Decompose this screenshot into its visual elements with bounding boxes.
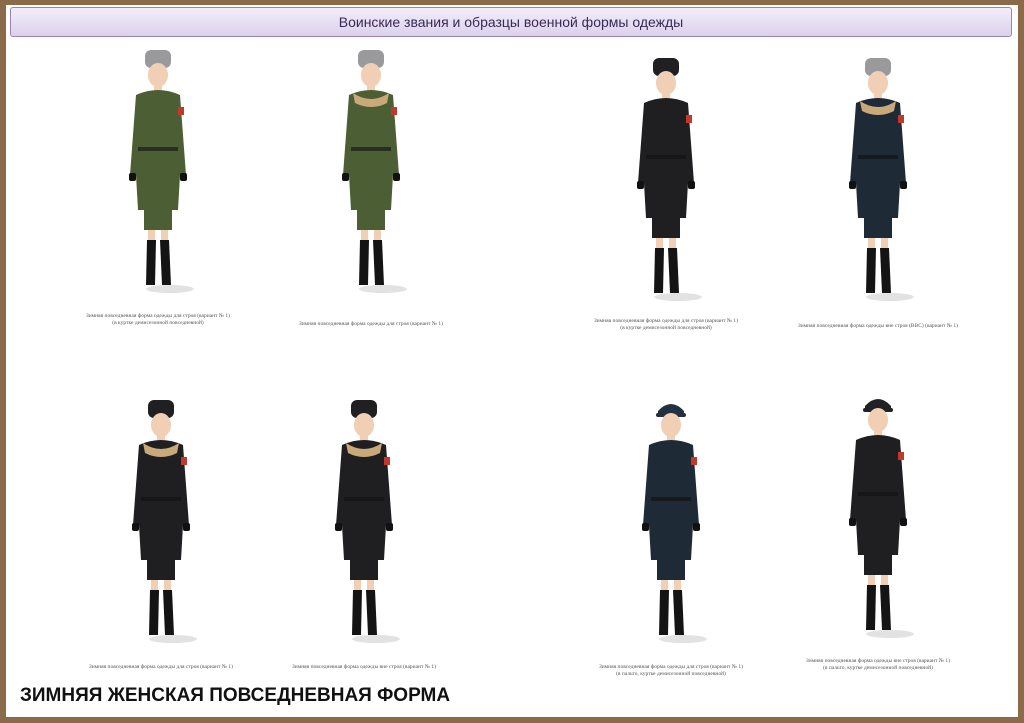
figure-caption: Зимняя повседневная форма одежды для стр… bbox=[271, 321, 471, 328]
figure-caption: Зимняя повседневная форма одежды для стр… bbox=[566, 318, 766, 332]
caption-line: (в куртке демисезонной повседневной) bbox=[112, 320, 204, 326]
caption-line: (в пальто, куртке демисезонной повседнев… bbox=[616, 671, 726, 677]
figure-caption: Зимняя повседневная форма одежды вне стр… bbox=[778, 323, 978, 330]
uniform-illustration bbox=[849, 58, 914, 301]
slide: Воинские звания и образцы военной формы … bbox=[6, 5, 1018, 717]
uniform-illustration bbox=[849, 399, 914, 638]
uniform-illustration bbox=[642, 404, 707, 643]
figure-caption: Зимняя повседневная форма одежды вне стр… bbox=[264, 664, 464, 671]
uniform-figure: Зимняя повседневная форма одежды для стр… bbox=[61, 395, 261, 695]
uniform-figure: Зимняя повседневная форма одежды вне стр… bbox=[264, 395, 464, 695]
header-title: Воинские звания и образцы военной формы … bbox=[338, 14, 684, 30]
caption-line: (в куртке демисезонной повседневной) bbox=[620, 325, 712, 331]
figure-caption: Зимняя повседневная форма одежды вне стр… bbox=[778, 658, 978, 672]
uniform-figure: Зимняя повседневная форма одежды вне стр… bbox=[778, 390, 978, 690]
caption-line: Зимняя повседневная форма одежды вне стр… bbox=[292, 664, 436, 670]
uniform-illustration bbox=[335, 400, 400, 643]
caption-line: (в пальто, куртке демисезонной повседнев… bbox=[823, 665, 933, 671]
uniform-illustration bbox=[342, 50, 407, 293]
uniform-figure: Зимняя повседневная форма одежды для стр… bbox=[271, 45, 471, 345]
uniform-figure: Зимняя повседневная форма одежды для стр… bbox=[571, 395, 771, 695]
caption-line: Зимняя повседневная форма одежды для стр… bbox=[88, 664, 234, 670]
uniform-figure: Зимняя повседневная форма одежды вне стр… bbox=[778, 53, 978, 353]
uniform-figure: Зимняя повседневная форма одежды для стр… bbox=[566, 53, 766, 353]
uniform-illustration bbox=[132, 400, 197, 643]
footer-title: ЗИМНЯЯ ЖЕНСКАЯ ПОВСЕДНЕВНАЯ ФОРМА bbox=[20, 685, 451, 706]
uniform-illustration bbox=[637, 58, 702, 301]
figure-caption: Зимняя повседневная форма одежды для стр… bbox=[571, 664, 771, 678]
figure-caption: Зимняя повседневная форма одежды для стр… bbox=[58, 313, 258, 327]
header-bar: Воинские звания и образцы военной формы … bbox=[10, 7, 1012, 37]
caption-line: Зимняя повседневная форма одежды вне стр… bbox=[798, 323, 958, 329]
figure-caption: Зимняя повседневная форма одежды для стр… bbox=[61, 664, 261, 671]
uniform-illustration bbox=[129, 50, 194, 293]
caption-line: Зимняя повседневная форма одежды для стр… bbox=[298, 321, 444, 327]
caption-line: Зимняя повседневная форма одежды вне стр… bbox=[806, 658, 950, 664]
uniform-figure: Зимняя повседневная форма одежды для стр… bbox=[58, 45, 258, 345]
caption-line: Зимняя повседневная форма одежды для стр… bbox=[85, 313, 231, 319]
caption-line: Зимняя повседневная форма одежды для стр… bbox=[598, 664, 744, 670]
caption-line: Зимняя повседневная форма одежды для стр… bbox=[593, 318, 739, 324]
